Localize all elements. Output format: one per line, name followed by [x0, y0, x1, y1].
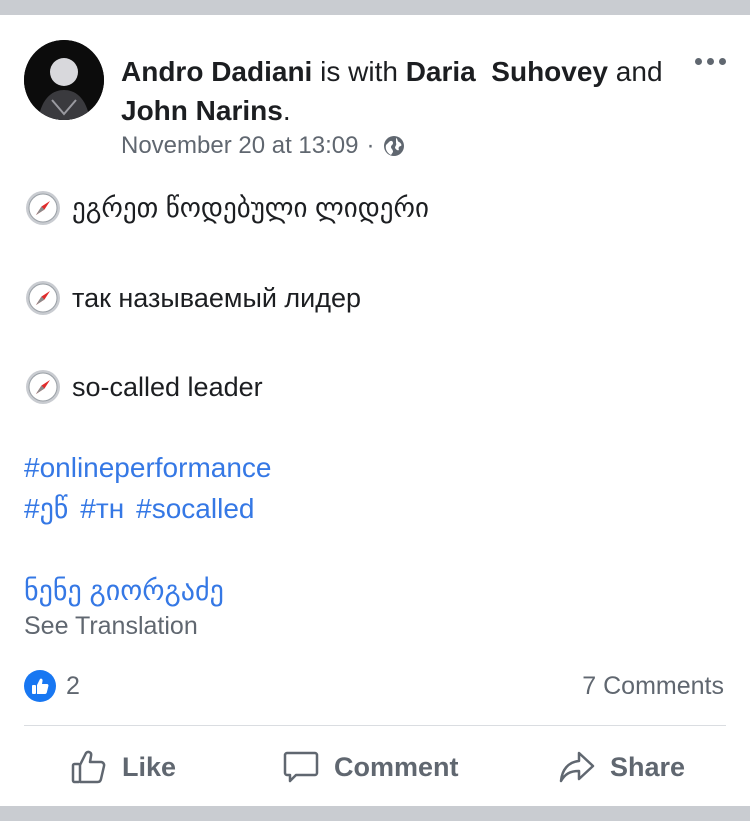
author-name[interactable]: Andro Dadiani [121, 56, 312, 87]
comment-label: Comment [334, 751, 459, 782]
post-text: so-called leader [72, 371, 263, 402]
reactions-summary[interactable]: 2 [24, 670, 80, 702]
post-meta: November 20 at 13:09 · [121, 132, 406, 160]
like-label: Like [122, 751, 177, 782]
share-button[interactable]: Share [558, 742, 685, 792]
mention-row: ნენე გიორგაძე [24, 574, 236, 607]
header-period: . [282, 95, 291, 126]
post-line-russian: так называемый лидер [24, 279, 361, 317]
post-text: ეგრეთ წოდებული ლიდერი [72, 192, 429, 223]
post-header: Andro Dadiani is with Daria Suhovey and … [121, 52, 681, 130]
hashtag-link[interactable]: #onlineperformance [24, 452, 272, 483]
hashtag-link[interactable]: #ეწ [24, 493, 68, 524]
thumbs-up-icon [24, 670, 56, 702]
comment-button[interactable]: Comment [282, 742, 459, 792]
post-text: так называемый лидер [72, 282, 362, 313]
hashtags-row-2: #ეწ #тн #socalled [24, 492, 266, 525]
author-avatar[interactable] [24, 40, 104, 120]
hashtag-link[interactable]: #socalled [136, 493, 254, 524]
see-translation-link[interactable]: See Translation [24, 612, 198, 641]
feed-separator-top [0, 0, 750, 15]
and-text: and [608, 56, 663, 87]
like-button[interactable]: Like [70, 742, 176, 792]
post-timestamp[interactable]: November 20 at 13:09 [121, 132, 358, 160]
share-label: Share [610, 751, 686, 782]
more-dot-icon [718, 57, 726, 65]
compass-icon [26, 281, 60, 315]
more-options-button[interactable] [690, 52, 730, 70]
comments-count-link[interactable]: 7 Comments [582, 672, 724, 701]
feed-separator-bottom [0, 806, 750, 821]
globe-icon[interactable] [382, 134, 406, 158]
compass-icon [26, 370, 60, 404]
post-line-georgian: ეგრეთ წოდებული ლიდერი [24, 189, 429, 227]
with-text: is with [312, 56, 406, 87]
hashtag-link[interactable]: #тн [80, 493, 124, 524]
more-dot-icon [694, 57, 702, 65]
reaction-count: 2 [66, 671, 80, 700]
share-arrow-icon [559, 751, 595, 783]
post-line-english: so-called leader [24, 368, 263, 406]
mention-link[interactable]: ნენე გიორგაძე [24, 575, 224, 606]
tagged-user-2[interactable]: John Narins [121, 95, 283, 126]
hashtags-row-1: #onlineperformance [24, 452, 284, 484]
tagged-user-1[interactable]: Daria Suhovey [406, 56, 608, 87]
speech-bubble-icon [283, 751, 319, 783]
compass-icon [26, 191, 60, 225]
meta-separator: · [366, 132, 375, 159]
more-dot-icon [706, 57, 714, 65]
actions-divider [24, 725, 726, 726]
thumbs-up-outline-icon [71, 750, 106, 784]
